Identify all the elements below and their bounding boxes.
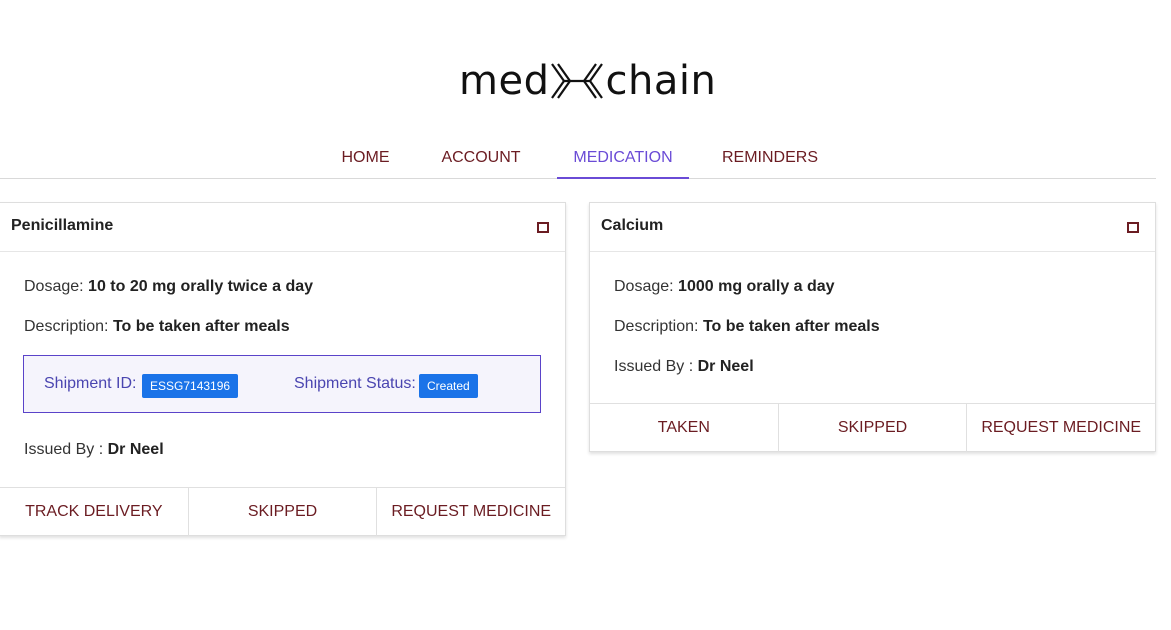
main-nav: HOME ACCOUNT MEDICATION REMINDERS (0, 136, 1156, 179)
tab-home[interactable]: HOME (335, 136, 396, 179)
shipment-panel: Shipment ID: ESSG7143196 Shipment Status… (23, 355, 541, 413)
track-delivery-button[interactable]: TRACK DELIVERY (0, 488, 189, 536)
description-label: Description: (24, 318, 109, 335)
logo-text-med: med (459, 58, 550, 104)
description-label: Description: (614, 318, 699, 335)
description-value: To be taken after meals (112, 318, 290, 335)
medxchain-logo: med chain (459, 58, 716, 104)
request-medicine-button[interactable]: REQUEST MEDICINE (967, 404, 1155, 452)
dosage-value: 1000 mg orally a day (678, 278, 835, 295)
description-value: To be taken after meals (702, 318, 880, 335)
dosage-field: Dosage: 10 to 20 mg orally twice a day (24, 278, 313, 296)
card-actions: TRACK DELIVERY SKIPPED REQUEST MEDICINE (0, 487, 565, 536)
dosage-field: Dosage: 1000 mg orally a day (614, 278, 835, 296)
issued-by-label: Issued By : (24, 441, 104, 458)
tab-medication[interactable]: MEDICATION (557, 136, 689, 179)
card-header: Calcium (590, 203, 1155, 252)
card-title: Penicillamine (11, 217, 114, 234)
card-header: Penicillamine (0, 203, 565, 252)
skipped-button[interactable]: SKIPPED (779, 404, 968, 452)
taken-button[interactable]: TAKEN (590, 404, 779, 452)
request-medicine-button[interactable]: REQUEST MEDICINE (377, 488, 565, 536)
tab-account[interactable]: ACCOUNT (436, 136, 526, 179)
card-title: Calcium (601, 217, 664, 234)
card-actions: TAKEN SKIPPED REQUEST MEDICINE (590, 403, 1155, 452)
dosage-value: 10 to 20 mg orally twice a day (88, 278, 314, 295)
shipment-status-badge: Created (419, 374, 478, 398)
double-chevron-x-icon (551, 63, 604, 99)
dosage-label: Dosage: (614, 278, 674, 295)
issued-by-field: Issued By : Dr Neel (24, 441, 164, 459)
medication-card-penicillamine: Penicillamine Dosage: 10 to 20 mg orally… (0, 202, 566, 536)
tab-reminders[interactable]: REMINDERS (720, 136, 820, 179)
description-field: Description: To be taken after meals (24, 318, 290, 336)
square-icon[interactable] (1127, 222, 1139, 233)
shipment-id-label: Shipment ID: (44, 375, 137, 392)
dosage-label: Dosage: (24, 278, 84, 295)
medication-card-calcium: Calcium Dosage: 1000 mg orally a day Des… (589, 202, 1156, 452)
issued-by-value: Dr Neel (697, 358, 754, 375)
square-icon[interactable] (537, 222, 549, 233)
shipment-status-label: Shipment Status: (294, 375, 416, 392)
skipped-button[interactable]: SKIPPED (189, 488, 378, 536)
logo-text-chain: chain (605, 58, 717, 104)
issued-by-field: Issued By : Dr Neel (614, 358, 754, 376)
issued-by-value: Dr Neel (107, 441, 164, 458)
issued-by-label: Issued By : (614, 358, 694, 375)
shipment-id-badge: ESSG7143196 (142, 374, 239, 398)
description-field: Description: To be taken after meals (614, 318, 880, 336)
